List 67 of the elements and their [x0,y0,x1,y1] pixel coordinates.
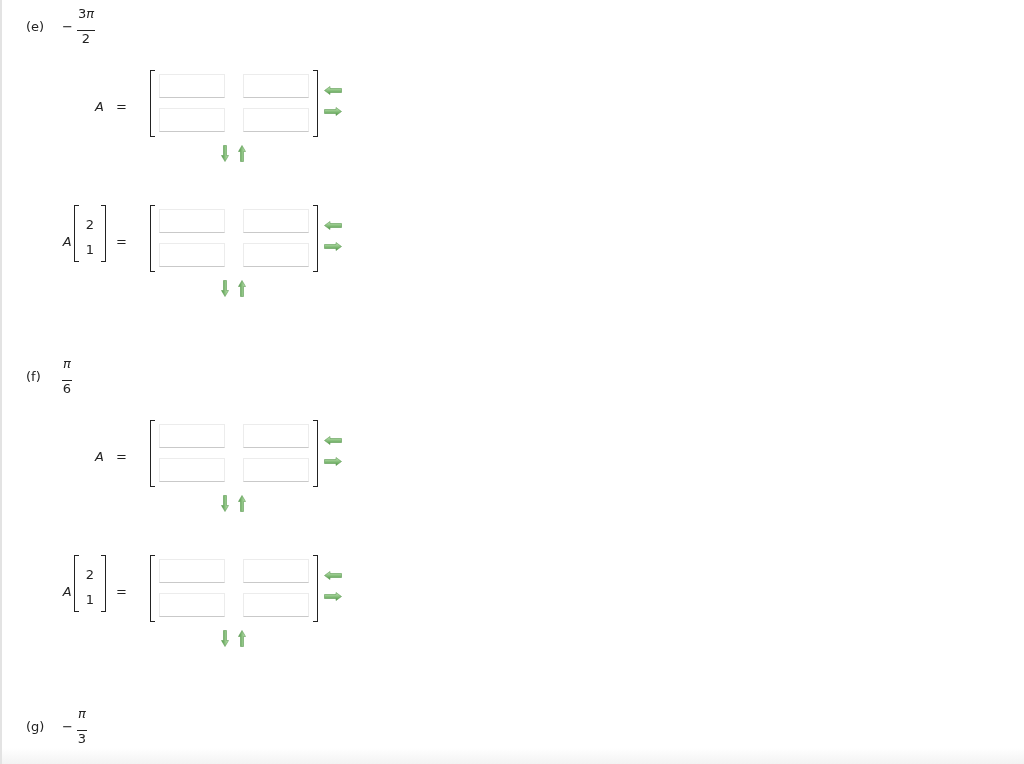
answer-field[interactable] [158,74,225,98]
right-bracket [101,204,106,262]
fraction-denominator: 2 [80,31,92,46]
down-arrow-icon[interactable] [221,145,230,162]
vector-entry: 2 [85,215,94,234]
fraction-denominator: 3 [76,731,87,746]
answer-field[interactable] [158,593,225,617]
equals-sign: = [116,447,127,466]
minus-sign: − [62,718,73,734]
matrix-variable: A [95,448,104,464]
part-label: (e) [26,18,46,34]
answer-field[interactable] [158,424,225,448]
equals-sign: = [116,97,127,116]
left-arrow-icon[interactable] [323,86,342,95]
equals-sign: = [116,582,127,601]
matrix-variable: A [95,98,104,114]
vector-entry: 2 [85,565,94,584]
left-bracket [149,70,155,137]
answer-field[interactable] [242,458,309,482]
part-label: (g) [26,718,46,734]
left-bracket [149,555,155,622]
left-bracket [73,554,79,612]
part-label: (f) [26,368,42,384]
answer-field[interactable] [242,559,309,583]
vector-entry: 1 [85,240,94,259]
up-arrow-icon[interactable] [238,280,247,297]
answer-field[interactable] [242,74,309,98]
matrix-variable: A [62,233,72,249]
answer-field[interactable] [242,424,309,448]
answer-field[interactable] [242,209,309,233]
down-arrow-icon[interactable] [221,280,230,297]
up-arrow-icon[interactable] [238,630,247,647]
down-arrow-icon[interactable] [221,630,230,647]
answer-field[interactable] [242,593,309,617]
right-bracket [312,420,318,487]
answer-field[interactable] [242,108,309,132]
fraction-numerator: 3π [76,6,95,31]
answer-field[interactable] [158,209,225,233]
right-bracket [312,70,318,137]
minus-sign: − [62,18,73,34]
right-arrow-icon[interactable] [323,592,342,601]
right-arrow-icon[interactable] [323,242,342,251]
answer-field[interactable] [158,243,225,267]
fraction-numerator: π [62,356,72,381]
left-bracket [73,204,79,262]
left-bracket [149,205,155,272]
right-bracket [312,555,318,622]
answer-field[interactable] [158,559,225,583]
down-arrow-icon[interactable] [221,495,230,512]
right-arrow-icon[interactable] [323,107,342,116]
answer-field[interactable] [158,458,225,482]
left-arrow-icon[interactable] [323,571,342,580]
fraction-denominator: 6 [62,381,72,396]
answer-field[interactable] [158,108,225,132]
left-bracket [149,420,155,487]
up-arrow-icon[interactable] [238,145,247,162]
right-bracket [312,205,318,272]
fraction-numerator: π [76,706,87,731]
answer-field[interactable] [242,243,309,267]
matrix-variable: A [62,583,72,599]
vector-entry: 1 [85,590,94,609]
up-arrow-icon[interactable] [238,495,247,512]
equals-sign: = [116,232,127,251]
right-bracket [101,554,106,612]
right-arrow-icon[interactable] [323,457,342,466]
left-arrow-icon[interactable] [323,221,342,230]
left-arrow-icon[interactable] [323,436,342,445]
